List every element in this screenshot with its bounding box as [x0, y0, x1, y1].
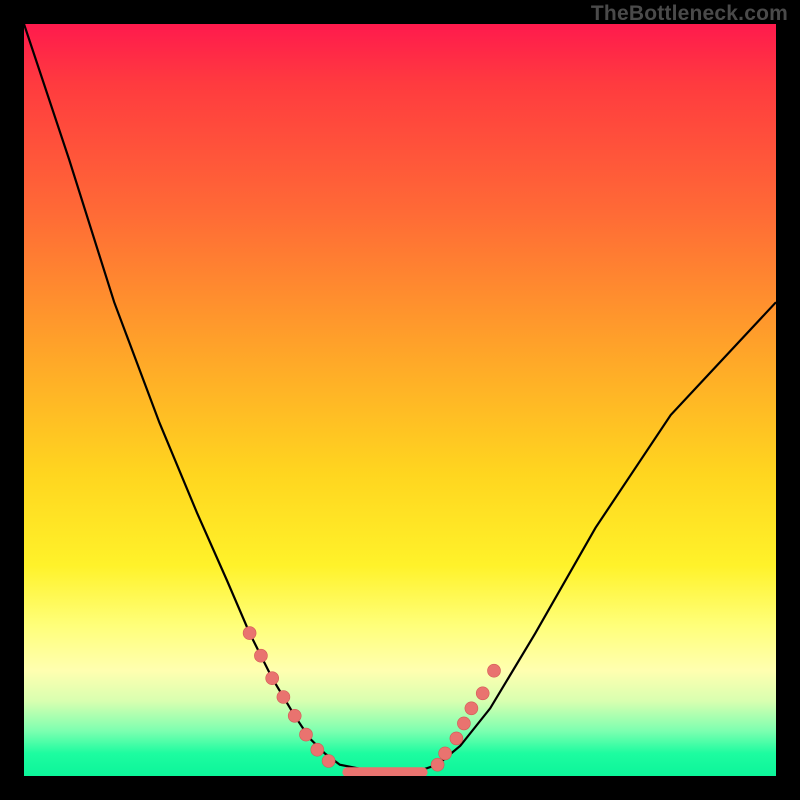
data-point: [243, 627, 256, 640]
data-point: [476, 687, 489, 700]
data-point: [277, 691, 290, 704]
data-point: [465, 702, 478, 715]
data-point: [311, 743, 324, 756]
chart-plot-area: [24, 24, 776, 776]
data-point: [439, 747, 452, 760]
data-point: [488, 664, 501, 677]
data-point: [457, 717, 470, 730]
data-point: [266, 672, 279, 685]
data-point: [450, 732, 463, 745]
data-point: [322, 755, 335, 768]
data-point: [288, 709, 301, 722]
bottleneck-curve: [24, 24, 776, 776]
data-point: [254, 649, 267, 662]
data-point: [431, 758, 444, 771]
watermark-text: TheBottleneck.com: [591, 2, 788, 26]
data-point: [300, 728, 313, 741]
